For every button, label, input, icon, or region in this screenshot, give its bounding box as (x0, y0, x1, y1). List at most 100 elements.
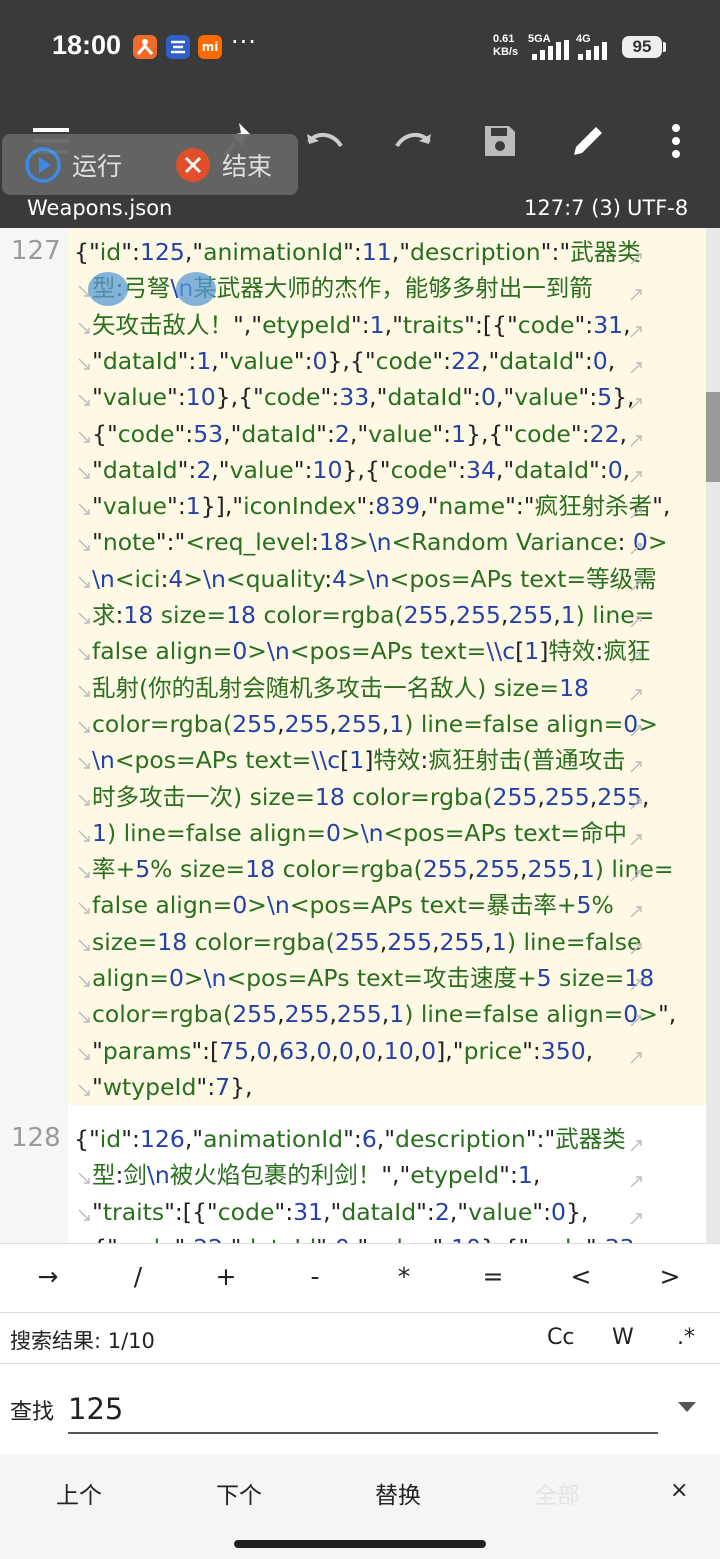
symbol-key[interactable]: + (196, 1262, 256, 1291)
wrap-continue-icon (78, 682, 90, 701)
wrap-continue-icon (78, 899, 90, 918)
close-search-button[interactable]: × (670, 1478, 688, 1503)
code-text-row: "value":10},{"code":33,"dataId":0,"value… (92, 383, 635, 412)
wrap-arrow-icon (630, 1210, 642, 1229)
wrap-arrow-icon (630, 613, 642, 632)
code-text-row: align=0>\n<pos=APs text=攻击速度+5 size=18 (92, 964, 655, 992)
wrap-continue-icon (78, 863, 90, 882)
wrap-arrow-icon (630, 395, 642, 414)
play-icon (25, 146, 61, 183)
code-text-row: \n<ici:4>\n<quality:4>\n<pos=APs text=等级… (92, 564, 657, 593)
signal-icon (532, 40, 569, 60)
wrap-arrow-icon (630, 686, 642, 705)
code-text-row: {"id":126,"animationId":6,"description":… (74, 1125, 626, 1154)
chevron-down-icon[interactable] (678, 1402, 696, 1412)
code-editor[interactable]: {"id":125,"animationId":11,"description"… (0, 228, 720, 1243)
selection-end-handle[interactable] (176, 272, 216, 306)
wrap-continue-icon (78, 573, 90, 592)
wrap-continue-icon (78, 1045, 90, 1064)
line-number: 127 (11, 236, 61, 266)
wrap-arrow-icon (630, 1173, 642, 1192)
selection-start-handle[interactable] (88, 272, 128, 306)
wrap-continue-icon (78, 464, 90, 483)
wrap-continue-icon (78, 1206, 90, 1225)
code-line[interactable]: {"id":125,"animationId":11,"description"… (68, 228, 706, 1106)
undo-icon[interactable] (297, 113, 353, 169)
signal-icon-2 (578, 42, 607, 60)
search-result-count: 搜索结果: 1/10 (10, 1329, 155, 1353)
home-indicator[interactable] (234, 1540, 486, 1548)
wrap-continue-icon (78, 609, 90, 628)
replace-button[interactable]: 替换 (375, 1476, 421, 1510)
wrap-arrow-icon (630, 540, 642, 559)
code-text-row: false align=0>\n<pos=APs text=\\c[1]特效:疯… (92, 637, 651, 666)
wrap-arrow-icon (630, 323, 642, 342)
wrap-continue-icon (78, 791, 90, 810)
wrap-continue-icon (78, 355, 90, 374)
wrap-arrow-icon (630, 722, 642, 741)
code-text-row: 求:18 size=18 color=rgba(255,255,255,1) l… (92, 601, 655, 629)
wrap-arrow-icon (630, 286, 642, 305)
code-text-row: "value":1}],"iconIndex":839,"name":"疯狂射杀… (92, 492, 671, 521)
code-text-row: 1) line=false align=0>\n<pos=APs text=命中 (92, 818, 628, 847)
wrap-continue-icon (78, 1169, 90, 1188)
more-notifications-icon: ··· (231, 28, 257, 56)
wrap-arrow-icon (630, 359, 642, 378)
symbol-key[interactable]: - (285, 1262, 345, 1291)
save-icon[interactable] (472, 113, 528, 169)
prev-match-button[interactable]: 上个 (56, 1476, 102, 1510)
wrap-arrow-icon (630, 831, 642, 850)
redo-icon[interactable] (385, 113, 441, 169)
code-text-row: false align=0>\n<pos=APs text=暴击率+5% (92, 891, 614, 920)
scrollbar-thumb[interactable] (706, 392, 720, 482)
wrap-continue-icon (78, 500, 90, 519)
regex-toggle[interactable]: .* (677, 1325, 695, 1350)
code-line[interactable]: {"id":126,"animationId":6,"description":… (68, 1115, 706, 1243)
edit-icon[interactable] (560, 113, 616, 169)
run-popup: 运行 结束 (2, 134, 298, 195)
wrap-arrow-icon (630, 1137, 642, 1156)
status-bar: 18:00 mi ··· 0.61 KB/s 5GA 4G 95 (0, 0, 720, 95)
status-time: 18:00 (52, 30, 122, 60)
symbol-key[interactable]: = (463, 1262, 523, 1291)
wrap-continue-icon (78, 827, 90, 846)
wrap-arrow-icon (630, 758, 642, 777)
scrollbar-track[interactable] (706, 228, 720, 1243)
wrap-arrow-icon (630, 504, 642, 523)
symbol-key[interactable]: → (18, 1262, 78, 1291)
symbol-bar: → / + - * = < > (0, 1243, 720, 1313)
stop-button[interactable]: 结束 (174, 134, 272, 195)
battery-tip (663, 42, 666, 52)
line-number: 128 (11, 1123, 61, 1154)
code-text-row: size=18 color=rgba(255,255,255,1) line=f… (92, 927, 642, 956)
wrap-arrow-icon (630, 432, 642, 451)
wrap-arrow-icon (630, 1049, 642, 1068)
wrap-arrow-icon (630, 795, 642, 814)
line-gutter (0, 228, 68, 1243)
wrap-continue-icon (78, 536, 90, 555)
next-match-button[interactable]: 下个 (216, 1476, 262, 1510)
match-case-toggle[interactable]: Cc (547, 1325, 574, 1350)
wrap-arrow-icon (630, 577, 642, 596)
replace-all-button[interactable]: 全部 (534, 1476, 580, 1510)
code-text-row: {"code":22,"dataId":0,"value":10},{"code… (92, 1230, 642, 1243)
run-button[interactable]: 运行 (24, 134, 122, 195)
symbol-key[interactable]: > (640, 1262, 700, 1291)
code-text-row: {"id":125,"animationId":11,"description"… (74, 238, 641, 266)
file-encoding[interactable]: UTF-8 (627, 196, 688, 220)
close-icon (176, 147, 210, 182)
app-notification-icon (133, 35, 157, 59)
search-info-bar: 搜索结果: 1/10 Cc W .* (0, 1313, 720, 1364)
symbol-key[interactable]: < (551, 1262, 611, 1291)
symbol-key[interactable]: * (374, 1262, 434, 1291)
wrap-continue-icon (78, 1081, 90, 1100)
whole-word-toggle[interactable]: W (612, 1325, 634, 1350)
wrap-continue-icon (78, 391, 90, 410)
code-text-row: {"code":53,"dataId":2,"value":1},{"code"… (92, 419, 628, 448)
find-input[interactable] (68, 1386, 658, 1434)
file-info-bar: Weapons.json 127:7 (3) UTF-8 (0, 190, 720, 228)
wrap-arrow-icon (630, 468, 642, 487)
more-icon[interactable] (648, 113, 704, 169)
code-text-row: "wtypeId":7}, (92, 1072, 253, 1101)
symbol-key[interactable]: / (108, 1262, 168, 1291)
